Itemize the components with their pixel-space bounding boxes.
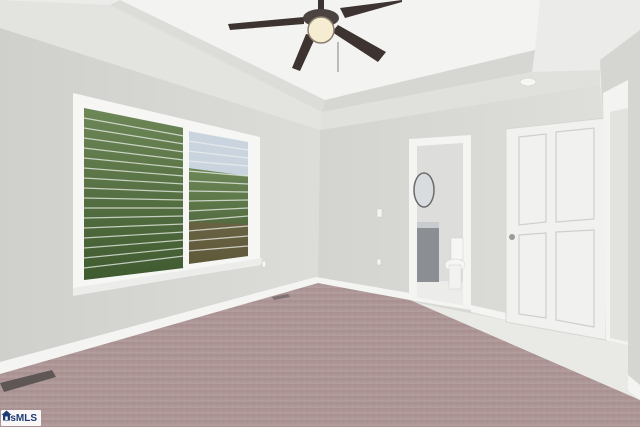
bathroom-doorway bbox=[409, 135, 471, 310]
bedroom-door bbox=[505, 117, 607, 341]
bathroom-mirror bbox=[413, 172, 435, 208]
bathroom-vanity bbox=[417, 222, 439, 282]
fan-light bbox=[307, 16, 335, 44]
watermark: ©sMLS bbox=[1, 410, 42, 426]
house-logo-icon bbox=[1, 410, 12, 421]
bedroom-photo: ©sMLS bbox=[0, 0, 640, 427]
wall-outlet-left bbox=[261, 260, 267, 268]
room-illustration bbox=[0, 0, 640, 427]
wall-outlet-back bbox=[376, 258, 382, 266]
door-knob bbox=[509, 234, 515, 240]
smoke-detector bbox=[519, 77, 537, 87]
light-switch bbox=[376, 208, 383, 218]
